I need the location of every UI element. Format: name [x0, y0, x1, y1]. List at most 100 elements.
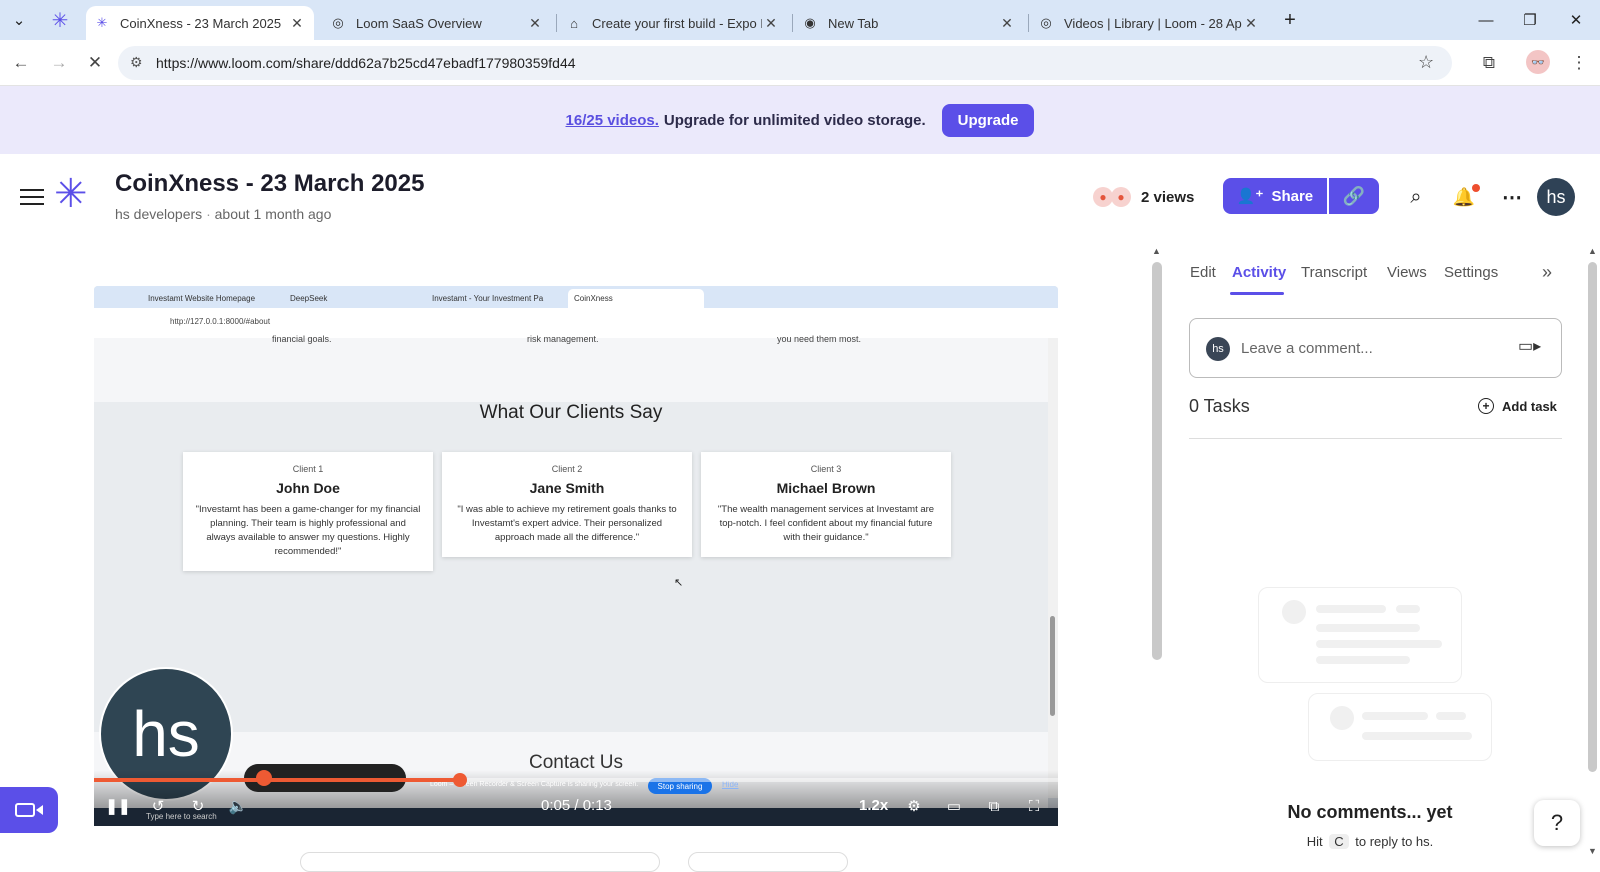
forward-icon[interactable]: →: [44, 48, 74, 78]
copy-link-button[interactable]: 🔗: [1329, 178, 1379, 214]
illustration-bar: [1316, 605, 1386, 613]
video-comment-icon[interactable]: ▭▸: [1518, 336, 1541, 356]
client-image: Client 2: [551, 464, 583, 474]
reply-hint: Hit C to reply to hs.: [1180, 834, 1560, 849]
close-window-button[interactable]: ✕: [1554, 0, 1598, 40]
browser-menu-icon[interactable]: ⋮: [1564, 48, 1594, 78]
link-icon: 🔗: [1342, 185, 1366, 206]
divider: [1189, 438, 1562, 439]
new-tab-button[interactable]: +: [1268, 0, 1312, 40]
illustration-bar: [1362, 712, 1428, 720]
rewind-icon[interactable]: ↺: [145, 795, 171, 817]
scroll-up-icon[interactable]: ▲: [1588, 246, 1597, 256]
tab-search-icon[interactable]: ⌄: [0, 0, 38, 40]
url-text[interactable]: https://www.loom.com/share/ddd62a7b25cd4…: [156, 55, 576, 71]
tab-transcript[interactable]: Transcript: [1301, 264, 1367, 281]
recorded-scroll-thumb: [1050, 616, 1055, 716]
tab-views[interactable]: Views: [1387, 264, 1427, 281]
hamburger-menu-icon[interactable]: [20, 184, 44, 210]
views-count: 2 views: [1141, 188, 1195, 206]
back-icon[interactable]: ←: [6, 48, 36, 78]
search-icon[interactable]: ⌕: [1401, 182, 1431, 212]
tab-activity[interactable]: Activity: [1232, 264, 1286, 281]
recorded-tab-title: Investamt Website Homepage: [148, 294, 256, 303]
video-title[interactable]: CoinXness - 23 March 2025: [115, 170, 424, 198]
scroll-down-icon[interactable]: ▼: [1588, 846, 1597, 856]
illustration-circle: [1330, 706, 1354, 730]
settings-gear-icon[interactable]: ⚙: [901, 795, 927, 817]
panel-scrollbar[interactable]: [1588, 262, 1597, 772]
workspace-name[interactable]: hs developers: [115, 206, 202, 222]
below-video-element: [300, 852, 660, 872]
illustration-bar: [1396, 605, 1420, 613]
views-summary[interactable]: ● ● 2 views: [1093, 187, 1194, 207]
share-button[interactable]: 👤⁺ Share: [1223, 178, 1327, 214]
close-tab-icon[interactable]: ✕: [288, 15, 306, 32]
client-quote: "I was able to achieve my retirement goa…: [457, 504, 677, 543]
tab-loom-saas[interactable]: ◎ Loom SaaS Overview ✕: [322, 6, 552, 40]
collapse-panel-icon[interactable]: »: [1542, 262, 1552, 283]
comment-input[interactable]: Leave a comment...: [1241, 340, 1373, 357]
video-count-link[interactable]: 16/25 videos.: [566, 112, 659, 129]
bookmark-star-icon[interactable]: ☆: [1418, 52, 1434, 73]
close-tab-icon[interactable]: ✕: [998, 15, 1016, 32]
theater-mode-icon[interactable]: ▭: [941, 795, 967, 817]
hint-suffix: to reply to hs.: [1355, 834, 1434, 849]
tab-expo[interactable]: ⌂ Create your first build - Expo Do ✕: [558, 6, 788, 40]
below-video-element: [688, 852, 848, 872]
tab-divider: [556, 14, 557, 32]
loom-favicon-icon[interactable]: ✳: [40, 0, 80, 40]
more-options-icon[interactable]: ⋯: [1497, 182, 1527, 212]
record-video-button[interactable]: [0, 787, 58, 833]
main-scrollbar[interactable]: [1152, 262, 1162, 660]
client-card: Client 1 John Doe "Investamt has been a …: [183, 452, 433, 571]
user-avatar[interactable]: hs: [1537, 178, 1575, 216]
recorded-tab-title: CoinXness: [574, 294, 613, 303]
video-player[interactable]: Investamt Website Homepage DeepSeek Inve…: [94, 286, 1058, 826]
active-tab-indicator: [1230, 292, 1284, 295]
tab-settings[interactable]: Settings: [1444, 264, 1498, 281]
tab-title: CoinXness - 23 March 2025: [120, 15, 282, 31]
loom-logo-icon[interactable]: ✳: [54, 170, 88, 218]
picture-in-picture-icon[interactable]: ⧉: [981, 795, 1007, 817]
upgrade-button[interactable]: Upgrade: [941, 103, 1035, 137]
restore-button[interactable]: ❐: [1508, 0, 1552, 40]
forward-icon[interactable]: ↻: [185, 795, 211, 817]
help-button[interactable]: ?: [1534, 800, 1580, 846]
chrome-icon: ◉: [804, 15, 816, 30]
empty-comments-title: No comments... yet: [1287, 802, 1453, 822]
close-tab-icon[interactable]: ✕: [762, 15, 780, 32]
minimize-button[interactable]: —: [1464, 0, 1508, 40]
recorded-scrollbar: [1048, 338, 1058, 798]
client-quote: "Investamt has been a game-changer for m…: [195, 504, 421, 557]
close-tab-icon[interactable]: ✕: [526, 15, 544, 32]
illustration-circle: [1282, 600, 1306, 624]
tasks-count: 0 Tasks: [1189, 396, 1250, 416]
testimonials-heading: What Our Clients Say: [479, 402, 663, 423]
illustration-bar: [1436, 712, 1466, 720]
playback-speed[interactable]: 1.2x: [859, 797, 888, 814]
fullscreen-icon[interactable]: ⛶: [1021, 795, 1047, 817]
recorded-tab: CoinXness: [568, 289, 704, 308]
extensions-icon[interactable]: ⧉: [1474, 48, 1504, 78]
share-label: Share: [1271, 187, 1314, 205]
profile-avatar[interactable]: 👓: [1526, 50, 1550, 74]
omnibox[interactable]: ⚙ https://www.loom.com/share/ddd62a7b25c…: [118, 46, 1452, 80]
client-image: Client 1: [292, 464, 324, 474]
tab-new-tab[interactable]: ◉ New Tab ✕: [794, 6, 1024, 40]
tab-edit[interactable]: Edit: [1190, 264, 1216, 281]
tab-title: Videos | Library | Loom - 28 Apr: [1064, 15, 1242, 31]
scroll-up-icon[interactable]: ▲: [1152, 246, 1161, 256]
page-snippet: you need them most.: [777, 334, 862, 344]
close-tab-icon[interactable]: ✕: [1242, 15, 1260, 32]
pause-icon[interactable]: ❚❚: [105, 795, 131, 817]
camera-lens-icon: [36, 805, 43, 815]
volume-icon[interactable]: 🔈: [225, 795, 251, 817]
tab-coinxness[interactable]: ✳ CoinXness - 23 March 2025 ✕: [86, 6, 314, 40]
tab-videos-library[interactable]: ◎ Videos | Library | Loom - 28 Apr ✕: [1030, 6, 1268, 40]
client-name: Jane Smith: [529, 480, 605, 496]
stop-loading-icon[interactable]: ✕: [80, 48, 110, 78]
client-card: Client 2 Jane Smith "I was able to achie…: [442, 452, 692, 557]
add-task-button[interactable]: + Add task: [1478, 398, 1557, 414]
site-info-icon[interactable]: ⚙: [130, 54, 143, 71]
